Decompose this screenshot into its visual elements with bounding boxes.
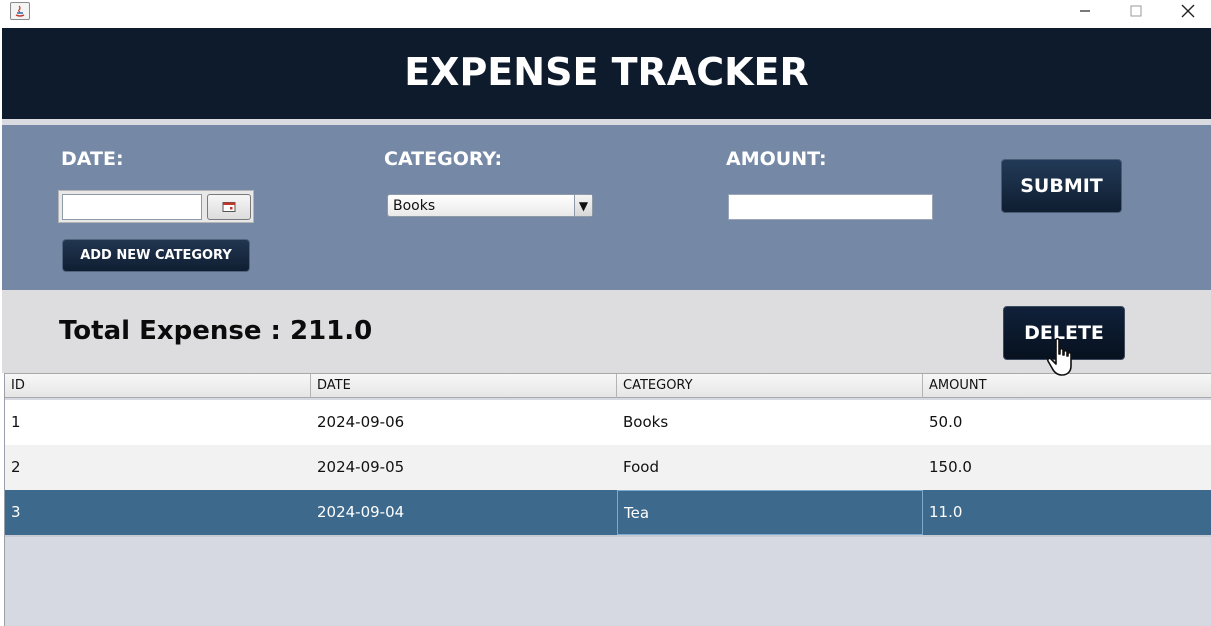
column-header-date[interactable]: DATE [311, 374, 617, 398]
date-input[interactable] [62, 194, 202, 220]
cell-amount[interactable]: 50.0 [923, 400, 1211, 445]
app-header: EXPENSE TRACKER [2, 28, 1211, 119]
cell-date[interactable]: 2024-09-05 [311, 445, 617, 490]
table-header: ID DATE CATEGORY AMOUNT [5, 373, 1211, 398]
cell-category[interactable]: Tea [617, 490, 923, 535]
summary-panel: Total Expense : 211.0 DELETE [2, 290, 1211, 373]
date-picker [58, 190, 254, 223]
date-label: DATE: [61, 148, 124, 170]
maximize-button[interactable] [1113, 0, 1159, 22]
column-header-id[interactable]: ID [5, 374, 311, 398]
cell-id[interactable]: 3 [5, 490, 311, 535]
table-row[interactable]: 2 2024-09-05 Food 150.0 [5, 445, 1211, 490]
cell-amount[interactable]: 11.0 [923, 490, 1211, 535]
column-header-category[interactable]: CATEGORY [617, 374, 923, 398]
java-app-icon [10, 2, 30, 20]
dropdown-arrow-icon[interactable]: ▼ [574, 195, 592, 216]
cell-category[interactable]: Books [617, 400, 923, 445]
table-row[interactable]: 1 2024-09-06 Books 50.0 [5, 400, 1211, 445]
submit-button[interactable]: SUBMIT [1001, 159, 1122, 213]
cell-category[interactable]: Food [617, 445, 923, 490]
calendar-button[interactable] [207, 194, 251, 220]
cell-date[interactable]: 2024-09-04 [311, 490, 617, 535]
expense-form-panel: DATE: CATEGORY: AMOUNT: ADD NEW CATEGORY… [2, 125, 1211, 290]
page-title: EXPENSE TRACKER [404, 50, 809, 94]
amount-label: AMOUNT: [726, 148, 827, 170]
cell-id[interactable]: 2 [5, 445, 311, 490]
cell-amount[interactable]: 150.0 [923, 445, 1211, 490]
minimize-button[interactable] [1062, 0, 1108, 22]
amount-input[interactable] [728, 194, 933, 220]
close-button[interactable] [1165, 0, 1211, 22]
close-icon [1181, 4, 1195, 18]
calendar-icon [222, 202, 236, 212]
maximize-icon [1130, 5, 1142, 17]
cell-date[interactable]: 2024-09-06 [311, 400, 617, 445]
table-row-selected[interactable]: 3 2024-09-04 Tea 11.0 [5, 490, 1211, 535]
table-divider [5, 535, 1211, 537]
window-title-bar [0, 0, 1211, 28]
add-new-category-button[interactable]: ADD NEW CATEGORY [62, 239, 250, 272]
minimize-icon [1080, 10, 1090, 12]
category-dropdown[interactable]: Books ▼ [387, 194, 593, 217]
category-label: CATEGORY: [384, 148, 503, 170]
expense-table: ID DATE CATEGORY AMOUNT 1 2024-09-06 Boo… [4, 373, 1211, 626]
table-body: 1 2024-09-06 Books 50.0 2 2024-09-05 Foo… [5, 400, 1211, 536]
cell-id[interactable]: 1 [5, 400, 311, 445]
category-selected-value: Books [393, 198, 436, 214]
total-expense-label: Total Expense : 211.0 [59, 316, 373, 346]
hand-cursor-icon [1046, 337, 1072, 376]
